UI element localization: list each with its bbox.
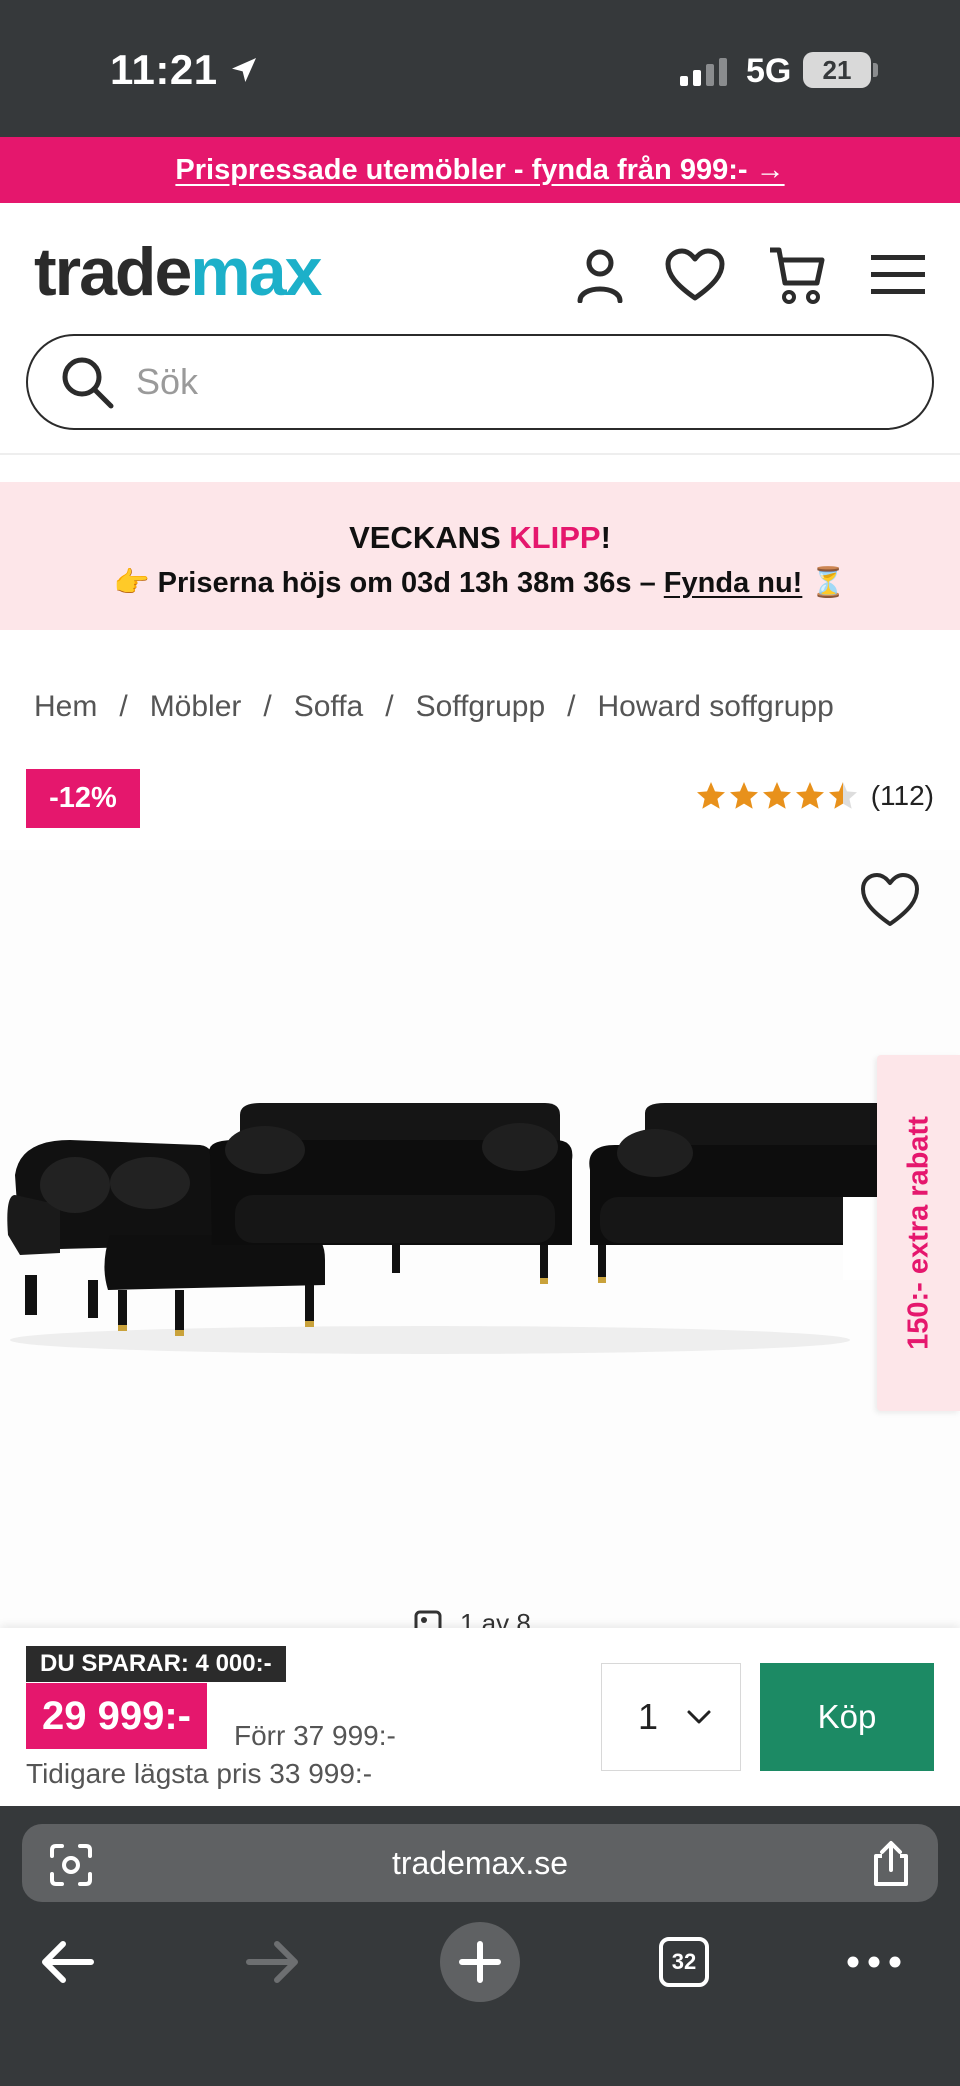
battery-icon: 21 xyxy=(803,52,871,88)
deal-title-part1: VECKANS xyxy=(349,520,501,555)
star-icon xyxy=(828,782,857,809)
product-rating[interactable]: (112) xyxy=(695,780,934,812)
menu-icon[interactable] xyxy=(868,243,928,307)
savings-label: DU SPARAR: 4 000:- xyxy=(26,1646,286,1682)
breadcrumb-item[interactable]: Soffa xyxy=(294,690,364,724)
star-icon xyxy=(795,782,824,809)
back-arrow-icon[interactable] xyxy=(28,1922,108,2002)
rating-count[interactable]: (112) xyxy=(871,780,934,812)
extra-discount-tab[interactable]: 150:- extra rabatt xyxy=(877,1055,960,1411)
discount-badge: -12% xyxy=(26,769,140,828)
hourglass-icon: ⏳ xyxy=(810,567,847,599)
pointing-hand-icon: 👉 xyxy=(113,567,150,599)
chevron-down-icon xyxy=(687,1710,711,1724)
deal-title: VECKANS KLIPP! xyxy=(0,520,960,556)
deal-title-part2: KLIPP xyxy=(509,520,601,555)
deal-countdown-text: Priserna höjs om 03d 13h 38m 36s – xyxy=(157,567,656,599)
extra-discount-label: 150:- extra rabatt xyxy=(902,1116,934,1350)
deal-link[interactable]: Fynda nu! xyxy=(664,567,803,599)
page-settings-icon[interactable] xyxy=(48,1842,94,1888)
promo-link[interactable]: Prispressade utemöbler - fynda från 999:… xyxy=(175,154,784,187)
breadcrumb-item[interactable]: Hem xyxy=(34,690,97,724)
product-image-sofa-set xyxy=(7,1103,880,1354)
deal-title-part3: ! xyxy=(600,520,611,555)
battery-tip xyxy=(873,63,878,77)
image-next-edge xyxy=(843,1197,877,1280)
lowest-price-note: Tidigare lägsta pris 33 999:- xyxy=(26,1758,373,1789)
logo-part-trade: trade xyxy=(34,234,192,310)
tabs-button[interactable]: 32 xyxy=(644,1922,724,2002)
share-icon[interactable] xyxy=(870,1840,912,1888)
more-options-icon[interactable] xyxy=(834,1922,914,2002)
breadcrumb-separator: / xyxy=(567,690,576,723)
signal-icon xyxy=(680,56,727,86)
forward-arrow-icon[interactable] xyxy=(232,1922,312,2002)
current-price: 29 999:- xyxy=(26,1683,207,1749)
wishlist-heart-icon[interactable] xyxy=(665,243,725,307)
deal-countdown-line: 👉 Priserna höjs om 03d 13h 38m 36s – Fyn… xyxy=(0,566,960,600)
search-field[interactable] xyxy=(26,334,934,430)
status-time-wrap: 11:21 xyxy=(110,46,260,94)
tab-count: 32 xyxy=(659,1937,709,1987)
star-icon xyxy=(729,782,758,809)
quantity-select[interactable]: 1 xyxy=(601,1663,741,1771)
logo-part-max: max xyxy=(190,234,322,310)
cart-icon[interactable] xyxy=(766,243,826,307)
breadcrumb-item-current: Howard soffgrupp xyxy=(597,690,834,723)
breadcrumb-separator: / xyxy=(263,690,272,723)
breadcrumb-item[interactable]: Soffgrupp xyxy=(416,690,546,724)
rating-stars xyxy=(695,780,859,812)
breadcrumb-separator: / xyxy=(385,690,394,723)
location-arrow-icon xyxy=(231,58,256,82)
network-label: 5G xyxy=(746,52,792,90)
new-tab-plus-icon[interactable] xyxy=(440,1922,520,2002)
breadcrumb-separator: / xyxy=(119,690,128,723)
url-text: trademax.se xyxy=(391,1844,569,1881)
search-input[interactable] xyxy=(136,361,896,403)
account-icon[interactable] xyxy=(570,243,630,307)
sticky-buy-bar: DU SPARAR: 4 000:- 29 999:- Förr 37 999:… xyxy=(0,1628,960,1806)
promo-banner: Prispressade utemöbler - fynda från 999:… xyxy=(0,137,960,203)
breadcrumb: Hem / Möbler / Soffa / Soffgrupp / Howard so… xyxy=(34,690,834,724)
previous-price: Förr 37 999:- xyxy=(234,1720,396,1751)
star-icon xyxy=(762,782,791,809)
breadcrumb-item[interactable]: Möbler xyxy=(150,690,242,724)
buy-button[interactable]: Köp xyxy=(760,1663,934,1771)
quantity-value: 1 xyxy=(638,1696,659,1737)
site-header: trademax xyxy=(0,203,960,455)
browser-toolbar: trademax.se 32 xyxy=(0,1806,960,2086)
deal-banner: VECKANS KLIPP! 👉 Priserna höjs om 03d 13… xyxy=(0,482,960,630)
trademax-logo[interactable]: trademax xyxy=(34,233,322,311)
favorite-heart-icon[interactable] xyxy=(860,872,920,928)
search-icon[interactable] xyxy=(60,355,114,409)
status-bar: 11:21 5G 21 xyxy=(0,0,960,137)
address-bar[interactable]: trademax.se xyxy=(22,1824,938,1902)
star-icon xyxy=(696,782,725,809)
status-time: 11:21 xyxy=(110,46,218,93)
